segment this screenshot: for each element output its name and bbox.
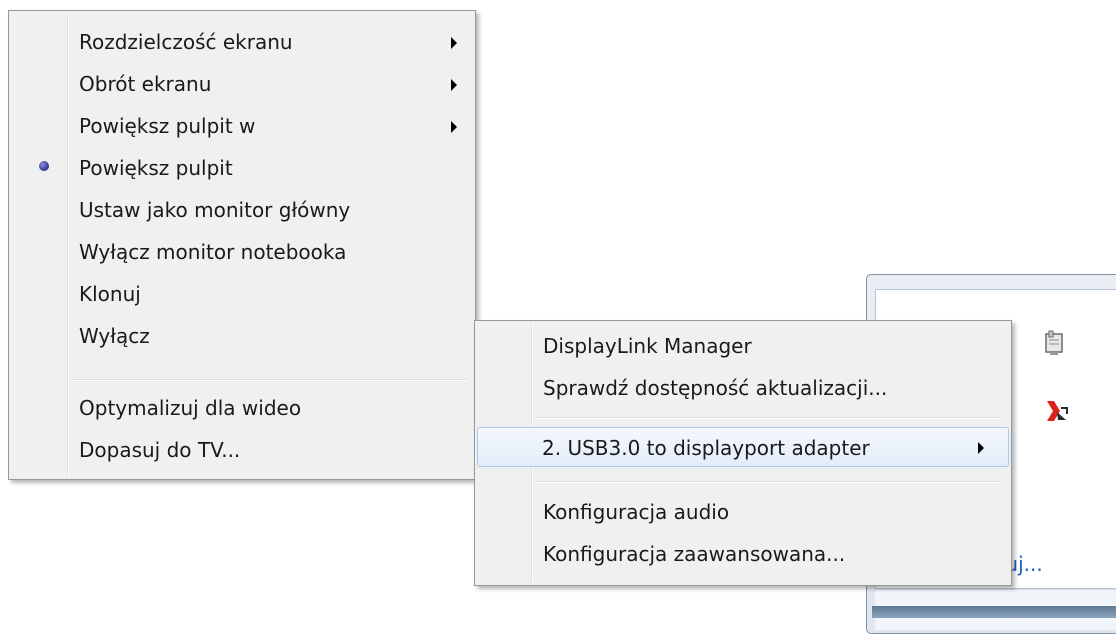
menu-item-label: Obrót ekranu [79, 72, 212, 96]
menu-item-label: 2. USB3.0 to displayport adapter [542, 436, 870, 460]
menu-item-label: Sprawdź dostępność aktualizacji... [543, 376, 888, 400]
menu-item-label: Ustaw jako monitor główny [79, 198, 351, 222]
menu-item-label: Powiększ pulpit w [79, 114, 256, 138]
submenu-arrow-icon [451, 121, 457, 133]
menu-item-label: Optymalizuj dla wideo [79, 396, 302, 420]
menu-item-disable-notebook-monitor[interactable]: Wyłącz monitor notebooka [11, 231, 473, 273]
menu-item-label: Wyłącz [79, 324, 150, 348]
display-context-menu: Rozdzielczość ekranu Obrót ekranu Powięk… [8, 10, 476, 480]
menu-item-label: Rozdzielczość ekranu [79, 30, 293, 54]
menu-item-optimize-video[interactable]: Optymalizuj dla wideo [11, 387, 473, 429]
menu-item-check-updates[interactable]: Sprawdź dostępność aktualizacji... [477, 367, 1009, 409]
menu-item-label: Konfiguracja zaawansowana... [543, 542, 846, 566]
submenu-arrow-icon [451, 37, 457, 49]
menu-item-label: Klonuj [79, 282, 141, 306]
menu-item-usb-displayport-adapter[interactable]: 2. USB3.0 to displayport adapter [477, 427, 1009, 467]
menu-item-advanced-config[interactable]: Konfiguracja zaawansowana... [477, 533, 1009, 575]
menu-separator [71, 379, 467, 381]
menu-item-label: Wyłącz monitor notebooka [79, 240, 347, 264]
menu-item-set-primary[interactable]: Ustaw jako monitor główny [11, 189, 473, 231]
menu-item-label: DisplayLink Manager [543, 334, 752, 358]
menu-item-label: Powiększ pulpit [79, 156, 233, 180]
menu-item-extend-to[interactable]: Powiększ pulpit w [11, 105, 473, 147]
radio-selected-icon [39, 161, 49, 171]
menu-item-audio-config[interactable]: Konfiguracja audio [477, 491, 1009, 533]
menu-item-extend[interactable]: Powiększ pulpit [11, 147, 473, 189]
submenu-arrow-icon [451, 79, 457, 91]
menu-item-label: Dopasuj do TV... [79, 438, 241, 462]
menu-item-fit-to-tv[interactable]: Dopasuj do TV... [11, 429, 473, 471]
kaspersky-icon[interactable] [1044, 398, 1070, 424]
taskbar-strip [872, 606, 1116, 618]
menu-item-clone[interactable]: Klonuj [11, 273, 473, 315]
submenu-arrow-icon [978, 442, 984, 454]
menu-separator [535, 417, 1003, 419]
menu-item-screen-resolution[interactable]: Rozdzielczość ekranu [11, 21, 473, 63]
menu-separator [535, 481, 1003, 483]
menu-item-off[interactable]: Wyłącz [11, 315, 473, 357]
menu-item-displaylink-manager[interactable]: DisplayLink Manager [477, 325, 1009, 367]
menu-item-label: Konfiguracja audio [543, 500, 730, 524]
displaylink-menu: DisplayLink Manager Sprawdź dostępność a… [474, 320, 1012, 586]
network-adapter-icon[interactable] [1040, 330, 1068, 358]
menu-item-screen-rotation[interactable]: Obrót ekranu [11, 63, 473, 105]
